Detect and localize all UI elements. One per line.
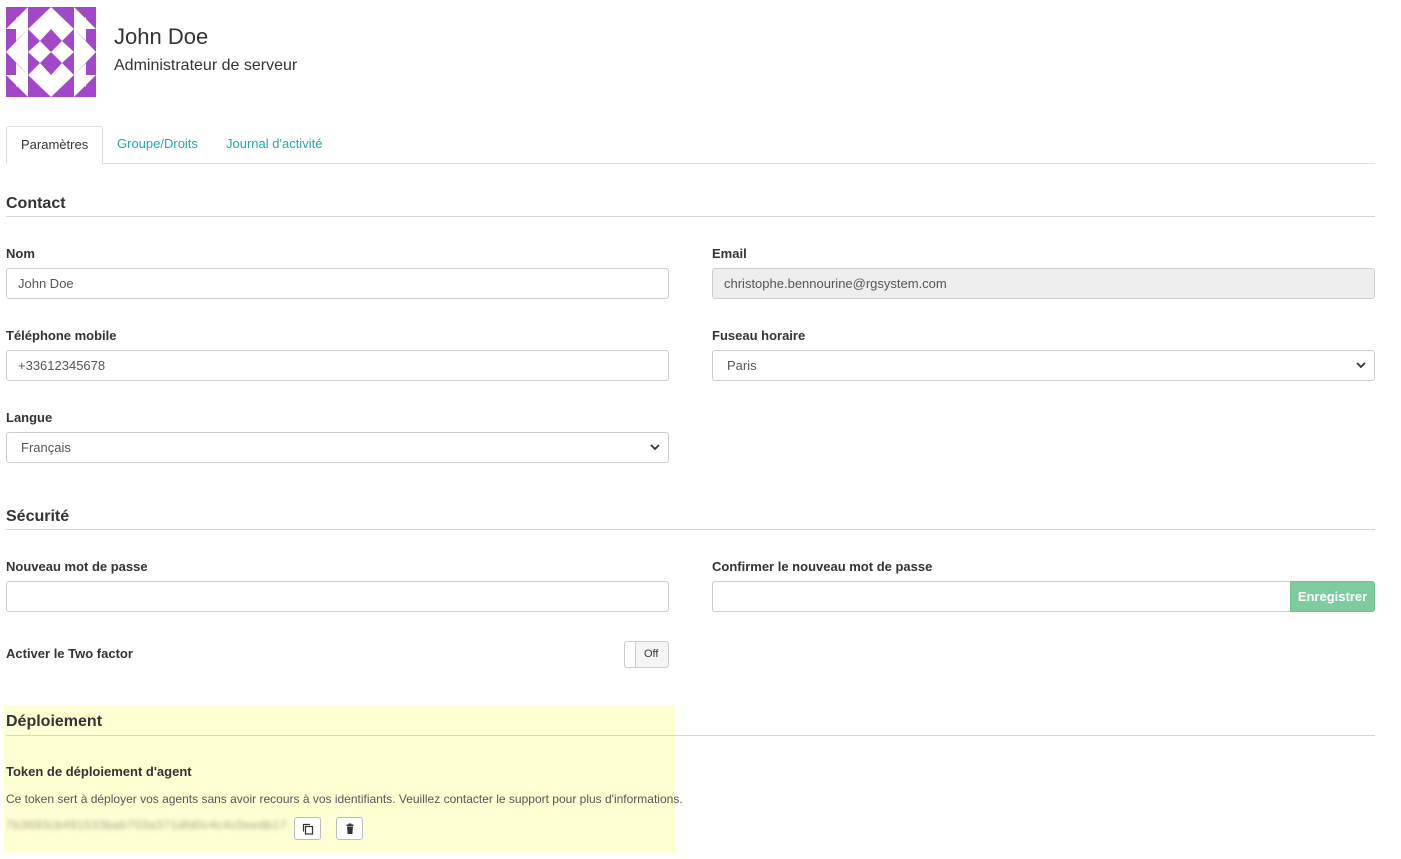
identicon-icon — [6, 7, 96, 97]
langue-value: Français — [21, 440, 71, 455]
section-divider — [6, 529, 1375, 530]
toggle-state: Off — [644, 648, 659, 660]
user-name: John Doe — [114, 24, 209, 49]
tab-bar: Paramètres Groupe/Droits Journal d'activ… — [6, 126, 1375, 165]
nom-label: Nom — [6, 246, 35, 261]
email-input: christophe.bennourine@rgsystem.com — [712, 268, 1375, 299]
nom-input[interactable]: John Doe — [6, 268, 669, 299]
chevron-down-icon — [1356, 351, 1366, 392]
langue-select[interactable]: Français — [6, 432, 669, 463]
token-value: 7b3693cb491533bab703a371dfd0c4c4c0eedb17 — [6, 818, 287, 832]
section-title-securite: Sécurité — [6, 508, 70, 525]
confirm-password-label: Confirmer le nouveau mot de passe — [712, 559, 933, 574]
section-title-deploiement: Déploiement — [6, 713, 103, 730]
section-divider — [6, 216, 1375, 217]
tab-journal-activite[interactable]: Journal d'activité — [212, 126, 336, 164]
section-divider — [6, 735, 1375, 736]
tab-parametres[interactable]: Paramètres — [6, 126, 104, 165]
delete-token-button[interactable] — [336, 817, 363, 840]
avatar — [6, 7, 96, 97]
token-hint: Ce token sert à déployer vos agents sans… — [6, 792, 683, 806]
chevron-down-icon — [650, 433, 660, 474]
timezone-label: Fuseau horaire — [712, 328, 806, 343]
section-title-contact: Contact — [6, 195, 66, 212]
token-label: Token de déploiement d'agent — [6, 764, 192, 779]
copy-token-button[interactable] — [294, 817, 321, 840]
copy-icon — [302, 823, 314, 835]
tab-groupe-droits[interactable]: Groupe/Droits — [103, 126, 212, 164]
confirm-password-input[interactable] — [712, 581, 1291, 612]
langue-label: Langue — [6, 410, 53, 425]
timezone-value: Paris — [727, 358, 757, 373]
new-password-label: Nouveau mot de passe — [6, 559, 148, 574]
email-label: Email — [712, 246, 747, 261]
save-button[interactable]: Enregistrer — [1290, 581, 1375, 612]
phone-label: Téléphone mobile — [6, 328, 117, 343]
timezone-select[interactable]: Paris — [712, 350, 1375, 381]
toggle-knob — [625, 642, 636, 667]
two-factor-toggle[interactable]: Off — [624, 641, 669, 668]
phone-input[interactable]: +33612345678 — [6, 350, 669, 381]
new-password-input[interactable] — [6, 581, 669, 612]
two-factor-label: Activer le Two factor — [6, 646, 133, 661]
trash-icon — [346, 823, 354, 834]
user-role: Administrateur de serveur — [114, 57, 298, 74]
